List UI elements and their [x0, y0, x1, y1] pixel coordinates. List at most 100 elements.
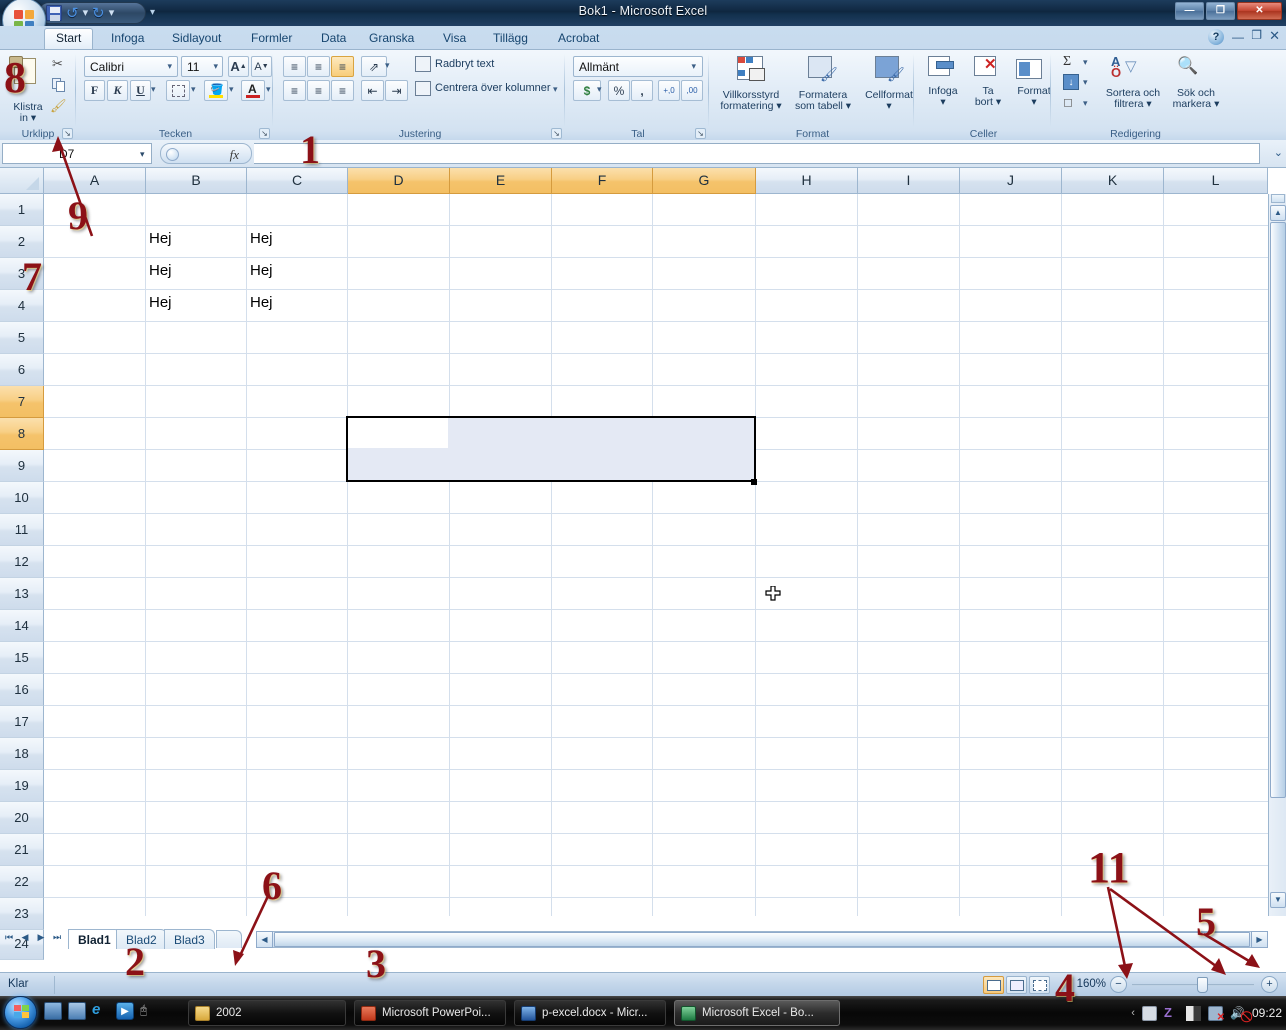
fill-icon[interactable]: ↓	[1063, 74, 1079, 90]
col-header-H[interactable]: H	[756, 168, 858, 194]
comma-style-icon[interactable]: ,	[631, 80, 653, 101]
cell-styles-dropdown-icon[interactable]: ▾	[886, 100, 891, 112]
media-player-icon[interactable]: ▶	[116, 1002, 134, 1020]
quick-access-toolbar[interactable]: ↺ ▾ ↺ ▾	[38, 2, 146, 24]
format-painter-icon[interactable]: 🖌	[50, 98, 67, 114]
tab-data[interactable]: Data	[310, 28, 357, 49]
decrease-indent-icon[interactable]: ⇤	[361, 80, 384, 101]
redo-dropdown-icon[interactable]: ▾	[109, 5, 115, 21]
internet-explorer-icon[interactable]: e	[92, 1002, 110, 1020]
switch-windows-icon[interactable]	[68, 1002, 86, 1020]
merge-center-dropdown-icon[interactable]: ▾	[553, 84, 558, 95]
antivirus-icon[interactable]	[1141, 1005, 1157, 1021]
borders-icon[interactable]	[166, 80, 190, 101]
network-disconnected-icon[interactable]: ✕	[1207, 1005, 1225, 1022]
cell-B4[interactable]: Hej	[145, 294, 172, 311]
squares-icon[interactable]	[1185, 1005, 1201, 1021]
show-hidden-icons-icon[interactable]: ‹	[1131, 1007, 1135, 1019]
cf-dropdown-icon[interactable]: ▾	[776, 100, 781, 112]
format-as-table-button[interactable]: Formatera som tabell ▾	[787, 90, 859, 112]
formula-input[interactable]	[254, 143, 1260, 164]
first-sheet-icon[interactable]: ⏮	[2, 932, 16, 943]
font-size-combo[interactable]: 11 ▾	[181, 56, 223, 77]
start-orb-icon[interactable]	[4, 996, 37, 1029]
redo-icon[interactable]: ↺	[92, 5, 105, 22]
number-format-dropdown-icon[interactable]: ▾	[691, 61, 696, 72]
wrap-text-icon[interactable]	[415, 56, 431, 72]
conditional-formatting-icon[interactable]	[737, 56, 769, 86]
close-button[interactable]: ✕	[1237, 2, 1282, 20]
orientation-dropdown-icon[interactable]: ▾	[385, 60, 390, 71]
row-header-13[interactable]: 13	[0, 578, 44, 610]
wrap-text-label[interactable]: Radbryt text	[435, 58, 494, 70]
save-icon[interactable]	[46, 5, 62, 21]
next-sheet-icon[interactable]: ▶	[34, 932, 48, 943]
orientation-icon[interactable]: ⇗	[361, 56, 387, 77]
find-dropdown-icon[interactable]: ▾	[1214, 98, 1219, 110]
fill-handle[interactable]	[751, 479, 757, 485]
taskbar-item-powerpoint[interactable]: Microsoft PowerPoi...	[354, 1000, 506, 1026]
merge-center-label[interactable]: Centrera över kolumner	[435, 82, 551, 94]
prev-sheet-icon[interactable]: ◀	[18, 932, 32, 943]
conditional-formatting-button[interactable]: Villkorsstyrd formatering ▾	[711, 90, 791, 112]
find-select-icon[interactable]: 🔍	[1177, 56, 1198, 76]
fill-dropdown-icon[interactable]: ▾	[1083, 77, 1088, 88]
row-header-12[interactable]: 12	[0, 546, 44, 578]
row-header-1[interactable]: 1	[0, 194, 44, 226]
zonealarm-icon[interactable]: Z	[1164, 1005, 1179, 1021]
row-header-5[interactable]: 5	[0, 322, 44, 354]
number-dialog-launcher[interactable]: ↘	[695, 128, 706, 139]
taskbar-item-2002[interactable]: 2002	[188, 1000, 346, 1026]
row-header-7[interactable]: 7	[0, 386, 44, 418]
undo-icon[interactable]: ↺	[66, 6, 79, 21]
underline-dropdown-icon[interactable]: ▾	[151, 84, 156, 95]
cell-B2[interactable]: Hej	[145, 230, 172, 247]
column-headers[interactable]: A B C D E F G H I J K L	[0, 168, 1286, 194]
tab-infoga[interactable]: Infoga	[100, 28, 155, 49]
delete-cells-icon[interactable]: ✕	[974, 56, 1004, 82]
percent-icon[interactable]: %	[608, 80, 630, 101]
taskbar-item-excel[interactable]: Microsoft Excel - Bo...	[674, 1000, 840, 1026]
align-top-icon[interactable]: ≡	[283, 56, 306, 77]
font-color-icon[interactable]: A	[241, 80, 265, 101]
cut-icon[interactable]: ✂	[52, 56, 63, 72]
page-break-view-button[interactable]	[1029, 976, 1050, 994]
col-header-C[interactable]: C	[247, 168, 348, 194]
grow-font-icon[interactable]: A ▲	[228, 56, 249, 77]
row-header-18[interactable]: 18	[0, 738, 44, 770]
show-desktop-icon[interactable]	[44, 1002, 62, 1020]
delete-dropdown-icon[interactable]: ▾	[996, 96, 1001, 108]
currency-dropdown-icon[interactable]: ▾	[597, 84, 602, 95]
row-header-20[interactable]: 20	[0, 802, 44, 834]
cell-C4[interactable]: Hej	[246, 294, 273, 311]
insert-cells-icon[interactable]	[928, 56, 958, 82]
align-right-icon[interactable]: ≡	[331, 80, 354, 101]
split-box-vertical[interactable]	[1271, 194, 1285, 203]
row-header-11[interactable]: 11	[0, 514, 44, 546]
fill-color-dropdown-icon[interactable]: ▾	[229, 84, 234, 95]
sort-filter-button[interactable]: Sortera och filtrera ▾	[1097, 88, 1169, 110]
row-header-19[interactable]: 19	[0, 770, 44, 802]
paste-button[interactable]: Klistra in ▾	[0, 102, 56, 124]
row-header-15[interactable]: 15	[0, 642, 44, 674]
clock[interactable]: 09:22	[1252, 1006, 1282, 1020]
minimize-ribbon-icon[interactable]: —	[1232, 30, 1244, 44]
sort-dropdown-icon[interactable]: ▾	[1146, 98, 1151, 110]
paste-dropdown-icon[interactable]: ▾	[31, 112, 36, 124]
insert-cells-button[interactable]: Infoga ▾	[916, 86, 970, 108]
sheet-nav-buttons[interactable]: ⏮ ◀ ▶ ⏭	[2, 932, 64, 943]
restore-button[interactable]: ❐	[1206, 2, 1235, 20]
merge-center-icon[interactable]	[415, 81, 431, 96]
taskbar-item-word[interactable]: p-excel.docx - Micr...	[514, 1000, 666, 1026]
normal-view-button[interactable]	[983, 976, 1004, 994]
cell-B3[interactable]: Hej	[145, 262, 172, 279]
tab-acrobat[interactable]: Acrobat	[547, 28, 610, 49]
underline-button[interactable]: U	[130, 80, 151, 101]
fill-color-icon[interactable]: 🪣	[204, 80, 228, 101]
row-header-23[interactable]: 23	[0, 898, 44, 930]
tab-tillagg[interactable]: Tillägg	[482, 28, 539, 49]
sort-filter-icon[interactable]: A Ö ▽	[1111, 54, 1143, 84]
col-header-B[interactable]: B	[146, 168, 247, 194]
font-dialog-launcher[interactable]: ↘	[259, 128, 270, 139]
scroll-up-button[interactable]: ▲	[1270, 205, 1286, 221]
